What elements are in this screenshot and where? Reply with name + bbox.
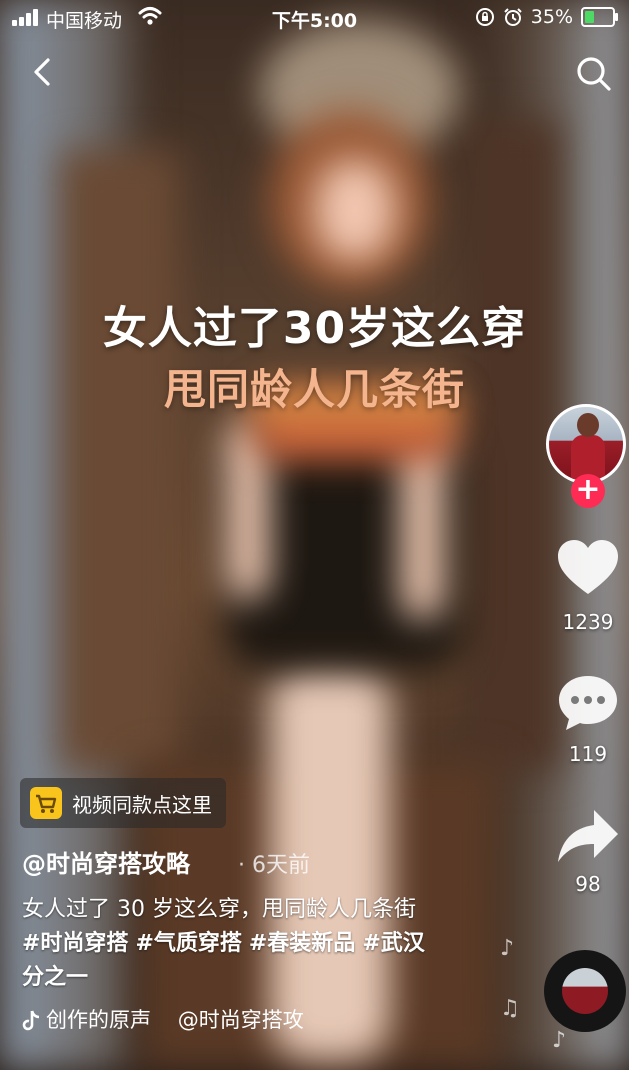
hashtag-link[interactable]: #春装新品 (249, 931, 355, 956)
battery-percent: 35% (530, 6, 573, 28)
search-button[interactable] (574, 54, 614, 94)
music-note-icon: ♪ (552, 1028, 567, 1053)
like-button[interactable] (556, 538, 620, 598)
follow-button[interactable]: + (571, 474, 605, 508)
music-disc-button[interactable] (544, 950, 626, 1032)
battery-icon (581, 7, 618, 27)
product-link-label: 视频同款点这里 (72, 792, 212, 817)
share-button[interactable] (556, 806, 620, 866)
tiktok-note-icon (22, 1010, 40, 1031)
scene-person-face (315, 160, 395, 260)
scene-door-left (60, 150, 180, 770)
video-player-screen[interactable]: 女人过了30岁这么穿 甩同龄人几条街 中国移动 下午5:00 35% + 123… (0, 0, 629, 1070)
hashtag-link[interactable]: #气质穿搭 (135, 931, 241, 956)
comment-count: 119 (568, 742, 608, 766)
music-title: 创作的原声 (46, 1008, 151, 1032)
hashtag-link[interactable]: #武汉 (362, 931, 424, 956)
cart-icon (30, 787, 62, 819)
music-marquee[interactable]: 创作的原声 @时尚穿搭攻 (22, 1004, 362, 1034)
author-name[interactable]: @时尚穿搭攻略 (22, 844, 190, 879)
product-link-button[interactable]: 视频同款点这里 (20, 778, 226, 828)
status-bar: 中国移动 下午5:00 35% (0, 0, 629, 36)
video-caption-line1: 女人过了30岁这么穿 (102, 303, 527, 354)
post-text-tail: 分之一 (22, 965, 89, 990)
post-description: 女人过了 30 岁这么穿，甩同龄人几条街 #时尚穿搭 #气质穿搭 #春装新品 #… (22, 893, 492, 995)
share-count: 98 (575, 872, 601, 896)
music-note-icon: ♫ (500, 996, 520, 1021)
comment-button[interactable] (556, 672, 620, 732)
music-note-icon: ♪ (500, 936, 515, 961)
orientation-lock-icon (475, 8, 494, 26)
video-caption-line2: 甩同龄人几条街 (163, 365, 465, 414)
post-text: 女人过了 30 岁这么穿，甩同龄人几条街 (22, 897, 416, 922)
like-count: 1239 (562, 610, 614, 634)
hashtag-link[interactable]: #时尚穿搭 (22, 931, 128, 956)
music-author: @时尚穿搭攻 (177, 1008, 304, 1032)
post-time: · 6天前 (238, 853, 310, 878)
status-right: 35% (475, 6, 618, 28)
back-button[interactable] (24, 52, 64, 92)
alarm-icon (504, 8, 522, 26)
